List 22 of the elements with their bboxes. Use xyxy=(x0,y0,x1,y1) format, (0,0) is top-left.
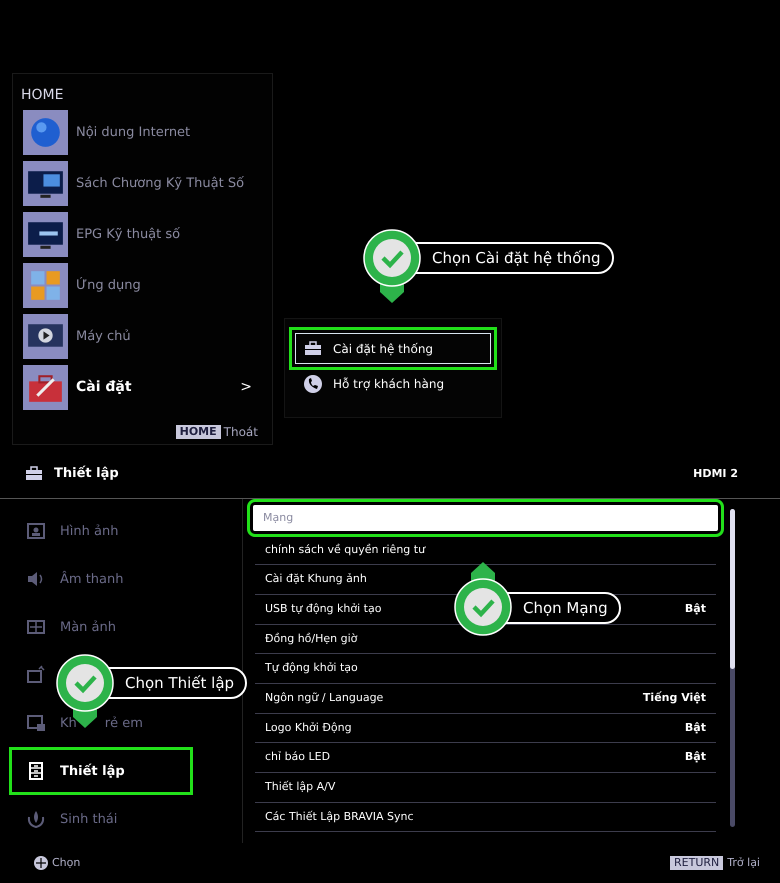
sidebar-label: Âm thanh xyxy=(60,570,124,589)
screen-title: Thiết lập xyxy=(54,464,120,484)
sidebar-label: Sinh thái xyxy=(60,810,118,829)
item-label: Máy chủ xyxy=(76,328,132,346)
menu-title: HOME xyxy=(21,86,64,104)
input-source: HDMI 2 xyxy=(693,466,738,482)
sidebar-label: Thiết lập xyxy=(60,762,125,781)
item-label: Cài đặt xyxy=(76,378,133,397)
item-label: Ứng dụng xyxy=(76,276,142,295)
sidebar-label: rẻ em xyxy=(104,714,143,733)
hint-text: Chọn xyxy=(52,854,82,871)
hint-text: Thoát xyxy=(224,424,258,441)
item-label: EPG Kỹ thuật số xyxy=(76,226,182,244)
hint-text: Trở lại xyxy=(727,854,760,871)
item-label: Nội dung Internet xyxy=(76,124,192,142)
sidebar-label: Hình ảnh xyxy=(60,522,118,541)
chevron: > xyxy=(240,378,252,397)
item-label: Sách Chương Kỹ Thuật Số xyxy=(76,174,246,193)
remote-key-label: RETURN xyxy=(670,856,724,870)
sidebar-label: Màn ảnh xyxy=(60,618,116,637)
sidebar-label: Kh xyxy=(60,714,77,733)
remote-key-label: HOME xyxy=(176,425,221,439)
